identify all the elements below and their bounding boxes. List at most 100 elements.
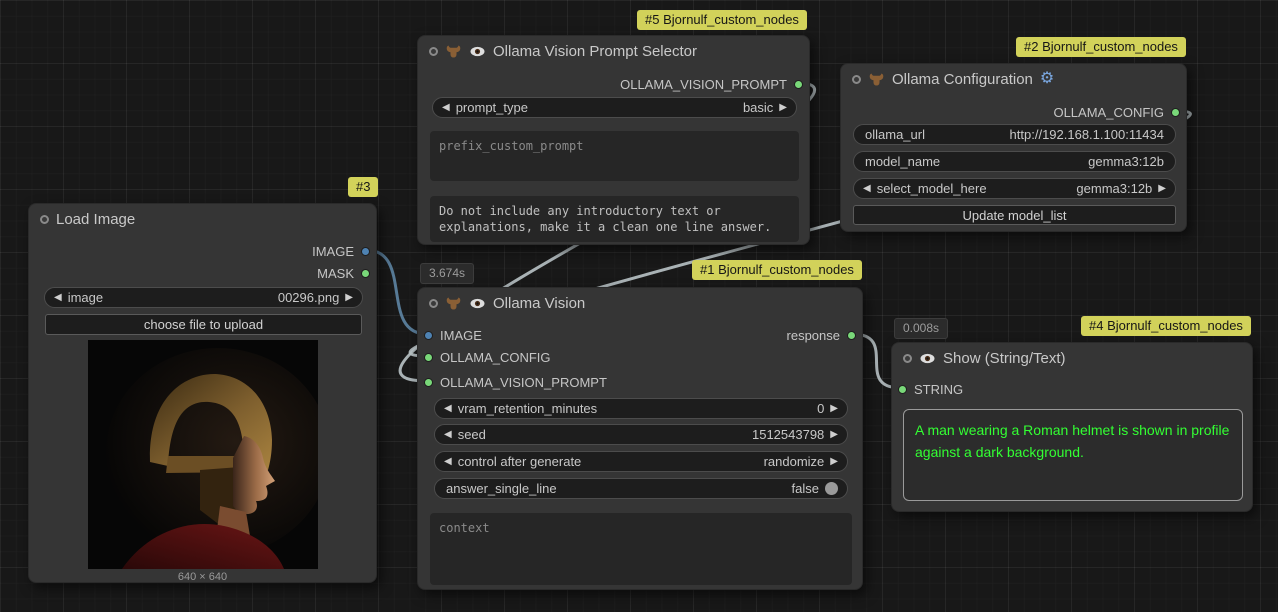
slot-label: IMAGE bbox=[440, 328, 482, 343]
node-ollama-configuration[interactable]: Ollama Configuration ⚙ OLLAMA_CONFIG oll… bbox=[840, 63, 1187, 232]
widget-label: seed bbox=[458, 427, 486, 442]
node-title: Show (String/Text) bbox=[943, 350, 1066, 367]
suffix-custom-prompt-textarea[interactable]: Do not include any introductory text or … bbox=[430, 196, 799, 242]
combo-next-icon[interactable]: ▶ bbox=[1158, 183, 1166, 194]
moose-icon bbox=[445, 44, 462, 59]
update-model-list-button[interactable]: Update model_list bbox=[853, 205, 1176, 225]
combo-prev-icon[interactable]: ◀ bbox=[444, 456, 452, 467]
node-status-icon bbox=[903, 354, 912, 363]
eye-icon bbox=[919, 351, 936, 366]
node-header-load-image[interactable]: Load Image bbox=[29, 204, 376, 234]
vram-retention-minutes-combo[interactable]: ◀ vram_retention_minutes 0 ▶ bbox=[434, 398, 848, 419]
node-ollama-vision-prompt-selector[interactable]: Ollama Vision Prompt Selector OLLAMA_VIS… bbox=[417, 35, 810, 245]
prompt-type-combo[interactable]: ◀ prompt_type basic ▶ bbox=[432, 97, 797, 118]
node-badge-load-image: #3 bbox=[348, 177, 378, 197]
node-show-string-text[interactable]: Show (String/Text) STRING A man wearing … bbox=[891, 342, 1253, 512]
image-dimensions-label: 640 × 640 bbox=[29, 571, 376, 583]
node-status-icon bbox=[429, 299, 438, 308]
node-graph-canvas[interactable]: #3 #5 Bjornulf_custom_nodes #2 Bjornulf_… bbox=[0, 0, 1278, 612]
control-after-generate-combo[interactable]: ◀ control after generate randomize ▶ bbox=[434, 451, 848, 472]
combo-prev-icon[interactable]: ◀ bbox=[442, 102, 450, 113]
widget-value: gemma3:12b bbox=[1076, 181, 1152, 196]
prefix-custom-prompt-textarea[interactable]: prefix_custom_prompt bbox=[430, 131, 799, 181]
slot-label: IMAGE bbox=[312, 244, 354, 259]
slot-label: OLLAMA_VISION_PROMPT bbox=[440, 375, 607, 390]
input-dot-ollama-config[interactable] bbox=[424, 353, 433, 362]
input-dot-string[interactable] bbox=[898, 385, 907, 394]
node-status-icon bbox=[429, 47, 438, 56]
combo-prev-icon[interactable]: ◀ bbox=[863, 183, 871, 194]
answer-single-line-toggle[interactable]: answer_single_line false bbox=[434, 478, 848, 499]
output-slot-image[interactable]: IMAGE bbox=[312, 241, 370, 261]
model-name-field[interactable]: model_name gemma3:12b bbox=[853, 151, 1176, 172]
node-status-icon bbox=[40, 215, 49, 224]
combo-prev-icon[interactable]: ◀ bbox=[444, 429, 452, 440]
widget-value: 00296.png bbox=[278, 290, 339, 305]
combo-next-icon[interactable]: ▶ bbox=[830, 456, 838, 467]
slot-label: STRING bbox=[914, 382, 963, 397]
ollama-url-field[interactable]: ollama_url http://192.168.1.100:11434 bbox=[853, 124, 1176, 145]
slot-label: OLLAMA_CONFIG bbox=[440, 350, 551, 365]
input-slot-string[interactable]: STRING bbox=[898, 379, 963, 399]
eye-icon bbox=[469, 44, 486, 59]
widget-label: ollama_url bbox=[865, 127, 925, 142]
node-badge-prompt-selector: #5 Bjornulf_custom_nodes bbox=[637, 10, 807, 30]
execution-time-show: 0.008s bbox=[894, 318, 948, 339]
output-slot-ollama-vision-prompt[interactable]: OLLAMA_VISION_PROMPT bbox=[620, 74, 803, 94]
node-badge-config: #2 Bjornulf_custom_nodes bbox=[1016, 37, 1186, 57]
input-slot-image[interactable]: IMAGE bbox=[424, 325, 482, 345]
node-header-config[interactable]: Ollama Configuration ⚙ bbox=[841, 64, 1186, 94]
widget-label: answer_single_line bbox=[446, 481, 557, 496]
slot-label: OLLAMA_CONFIG bbox=[1053, 105, 1164, 120]
slot-label: OLLAMA_VISION_PROMPT bbox=[620, 77, 787, 92]
combo-next-icon[interactable]: ▶ bbox=[779, 102, 787, 113]
select-model-combo[interactable]: ◀ select_model_here gemma3:12b ▶ bbox=[853, 178, 1176, 199]
toggle-knob-icon[interactable] bbox=[825, 482, 838, 495]
combo-prev-icon[interactable]: ◀ bbox=[54, 292, 62, 303]
node-header-vision[interactable]: Ollama Vision bbox=[418, 288, 862, 318]
node-title: Ollama Vision bbox=[493, 295, 585, 312]
combo-next-icon[interactable]: ▶ bbox=[345, 292, 353, 303]
node-title: Ollama Vision Prompt Selector bbox=[493, 43, 697, 60]
node-ollama-vision[interactable]: Ollama Vision IMAGE response OLLAMA_CONF… bbox=[417, 287, 863, 590]
output-slot-response[interactable]: response bbox=[787, 325, 856, 345]
node-badge-show: #4 Bjornulf_custom_nodes bbox=[1081, 316, 1251, 336]
input-dot-image[interactable] bbox=[424, 331, 433, 340]
eye-icon bbox=[469, 296, 486, 311]
node-title: Ollama Configuration bbox=[892, 71, 1033, 88]
output-dot-image[interactable] bbox=[361, 247, 370, 256]
combo-next-icon[interactable]: ▶ bbox=[830, 429, 838, 440]
widget-label: prompt_type bbox=[456, 100, 528, 115]
widget-value: 0 bbox=[817, 401, 824, 416]
node-title: Load Image bbox=[56, 211, 135, 228]
slot-label: MASK bbox=[317, 266, 354, 281]
image-preview bbox=[88, 340, 318, 569]
gear-icon: ⚙ bbox=[1040, 71, 1054, 87]
widget-value: gemma3:12b bbox=[1088, 154, 1164, 169]
result-text-display[interactable]: A man wearing a Roman helmet is shown in… bbox=[903, 409, 1243, 501]
input-slot-ollama-config[interactable]: OLLAMA_CONFIG bbox=[424, 347, 551, 367]
combo-prev-icon[interactable]: ◀ bbox=[444, 403, 452, 414]
output-dot-mask[interactable] bbox=[361, 269, 370, 278]
moose-icon bbox=[868, 72, 885, 87]
widget-label: model_name bbox=[865, 154, 940, 169]
output-slot-mask[interactable]: MASK bbox=[317, 263, 370, 283]
node-header-show[interactable]: Show (String/Text) bbox=[892, 343, 1252, 373]
output-dot-ollama-vision-prompt[interactable] bbox=[794, 80, 803, 89]
context-textarea[interactable]: context bbox=[430, 513, 852, 585]
input-slot-ollama-vision-prompt[interactable]: OLLAMA_VISION_PROMPT bbox=[424, 372, 607, 392]
node-load-image[interactable]: Load Image IMAGE MASK ◀ image 00296.png … bbox=[28, 203, 377, 583]
combo-next-icon[interactable]: ▶ bbox=[830, 403, 838, 414]
widget-value: basic bbox=[743, 100, 773, 115]
node-header-prompt-selector[interactable]: Ollama Vision Prompt Selector bbox=[418, 36, 809, 66]
execution-time-vision: 3.674s bbox=[420, 263, 474, 284]
seed-combo[interactable]: ◀ seed 1512543798 ▶ bbox=[434, 424, 848, 445]
widget-value: randomize bbox=[764, 454, 825, 469]
widget-label: vram_retention_minutes bbox=[458, 401, 597, 416]
output-dot-ollama-config[interactable] bbox=[1171, 108, 1180, 117]
image-file-combo[interactable]: ◀ image 00296.png ▶ bbox=[44, 287, 363, 308]
choose-file-button[interactable]: choose file to upload bbox=[45, 314, 362, 335]
input-dot-ollama-vision-prompt[interactable] bbox=[424, 378, 433, 387]
output-dot-response[interactable] bbox=[847, 331, 856, 340]
output-slot-ollama-config[interactable]: OLLAMA_CONFIG bbox=[1053, 102, 1180, 122]
